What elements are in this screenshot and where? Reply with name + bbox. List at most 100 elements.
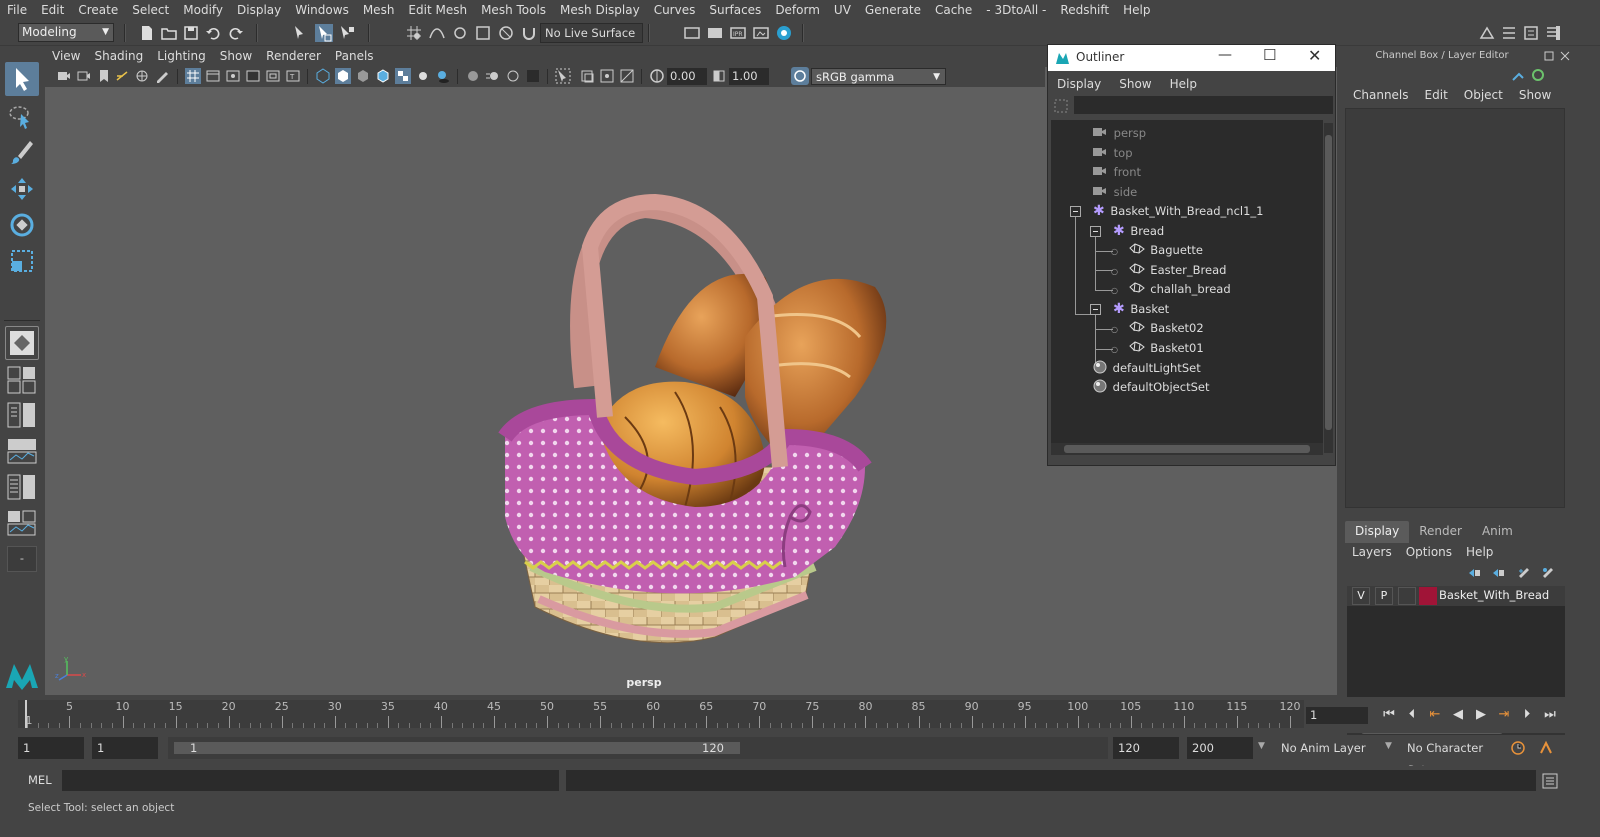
menu-edit[interactable]: Edit: [34, 3, 71, 17]
move-layer-up-icon[interactable]: [1467, 566, 1481, 580]
channel-box-icon[interactable]: [1544, 24, 1562, 42]
scrollbar-thumb[interactable]: [1325, 135, 1332, 430]
redo-icon[interactable]: [227, 24, 245, 42]
collapse-toggle[interactable]: [1090, 226, 1101, 237]
exposure-icon[interactable]: [649, 68, 665, 84]
snap-to-view-plane-icon[interactable]: [474, 24, 492, 42]
layer-menu-help[interactable]: Help: [1459, 545, 1500, 559]
menu-deform[interactable]: Deform: [768, 3, 827, 17]
animation-start-field[interactable]: 1: [18, 737, 84, 759]
menu-edit-mesh[interactable]: Edit Mesh: [401, 3, 474, 17]
outliner-item-basket[interactable]: ✱ Basket: [1113, 300, 1169, 319]
outliner-menu-help[interactable]: Help: [1161, 77, 1206, 91]
paint-select-tool-button[interactable]: [5, 136, 39, 170]
filter-icon[interactable]: [1054, 99, 1068, 113]
step-back-frame-icon[interactable]: ⏴: [1403, 706, 1421, 724]
outliner-menu-display[interactable]: Display: [1048, 77, 1110, 91]
outliner-item-bread[interactable]: ✱ Bread: [1113, 222, 1164, 241]
new-layer-selected-icon[interactable]: [1541, 566, 1555, 580]
go-to-end-icon[interactable]: ⏭: [1541, 706, 1559, 724]
close-panel-icon[interactable]: [1560, 51, 1570, 61]
tab-render[interactable]: Render: [1409, 521, 1472, 543]
tab-display[interactable]: Display: [1345, 521, 1410, 543]
render-frame-icon[interactable]: [706, 24, 724, 42]
vertical-scrollbar[interactable]: [1324, 123, 1333, 453]
persp-outliner-layout-icon[interactable]: [7, 402, 37, 428]
menu-mesh[interactable]: Mesh: [356, 3, 402, 17]
select-object-icon[interactable]: [315, 24, 333, 42]
step-back-key-icon[interactable]: ⇤: [1426, 706, 1444, 724]
layer-playback-toggle[interactable]: P: [1375, 587, 1393, 605]
outliner-item-challah-bread[interactable]: ○ challah_bread: [1111, 280, 1231, 299]
color-space-dropdown[interactable]: sRGB gamma ▼: [811, 68, 946, 85]
range-slider-thumb[interactable]: [174, 742, 740, 754]
play-forwards-icon[interactable]: ▶: [1472, 706, 1490, 724]
menu-windows[interactable]: Windows: [288, 3, 356, 17]
motion-blur-icon[interactable]: [485, 68, 501, 84]
move-tool-button[interactable]: [5, 172, 39, 206]
minimize-icon[interactable]: —: [1218, 47, 1232, 63]
step-forward-key-icon[interactable]: ⇥: [1495, 706, 1513, 724]
layer-display-type-toggle[interactable]: [1398, 587, 1416, 605]
smooth-shade-icon[interactable]: [335, 68, 351, 84]
select-component-icon[interactable]: [338, 24, 356, 42]
viewport-menu-view[interactable]: View: [45, 49, 87, 63]
maximize-icon[interactable]: ☐: [1263, 46, 1276, 64]
menu-curves[interactable]: Curves: [647, 3, 703, 17]
grease-pencil-icon[interactable]: [155, 68, 169, 84]
camera-attributes-icon[interactable]: [77, 68, 91, 84]
safe-action-icon[interactable]: T: [285, 68, 301, 84]
character-set-dropdown[interactable]: No Character Set: [1402, 737, 1502, 777]
outliner-item-front[interactable]: front: [1093, 163, 1141, 182]
ipr-render-icon[interactable]: IPR: [729, 24, 747, 42]
menu-redshift[interactable]: Redshift: [1053, 3, 1116, 17]
layer-menu-layers[interactable]: Layers: [1345, 545, 1399, 559]
outliner-item-side[interactable]: side: [1093, 183, 1137, 202]
menu-cache[interactable]: Cache: [928, 3, 979, 17]
viewport-menu-panels[interactable]: Panels: [328, 49, 381, 63]
step-forward-frame-icon[interactable]: ⏵: [1518, 706, 1536, 724]
chevron-down-icon[interactable]: ▼: [1258, 741, 1265, 751]
outliner-titlebar[interactable]: Outliner — ☐ ✕: [1048, 45, 1335, 71]
lasso-tool-button[interactable]: [5, 100, 39, 134]
viewport-menu-show[interactable]: Show: [213, 49, 259, 63]
use-default-material-icon[interactable]: [355, 68, 371, 84]
textured-icon[interactable]: [395, 68, 411, 84]
channel-menu-edit[interactable]: Edit: [1417, 88, 1456, 102]
select-hierarchy-icon[interactable]: [292, 24, 310, 42]
tab-anim[interactable]: Anim: [1472, 521, 1523, 543]
screen-space-ao-icon[interactable]: [465, 68, 481, 84]
xray-components-icon[interactable]: [619, 68, 635, 84]
xray-joints-icon[interactable]: [599, 68, 615, 84]
playback-start-field[interactable]: 1: [92, 737, 158, 759]
2d-pan-zoom-icon[interactable]: [135, 68, 149, 84]
grid-toggle-icon[interactable]: [185, 68, 201, 84]
menu-create[interactable]: Create: [71, 3, 125, 17]
current-frame-field[interactable]: 1: [1306, 707, 1368, 724]
outliner-menu-show[interactable]: Show: [1110, 77, 1160, 91]
menu-mesh-display[interactable]: Mesh Display: [553, 3, 647, 17]
collapse-toggle[interactable]: [1070, 206, 1081, 217]
magnet-icon[interactable]: [520, 24, 538, 42]
select-tool-button[interactable]: [5, 62, 39, 96]
command-input[interactable]: [62, 770, 559, 791]
render-settings-icon[interactable]: [683, 24, 701, 42]
menu-generate[interactable]: Generate: [858, 3, 928, 17]
go-to-start-icon[interactable]: ⏮: [1380, 706, 1398, 724]
script-language-label[interactable]: MEL: [28, 773, 52, 787]
depth-of-field-icon[interactable]: [525, 68, 541, 84]
menu-surfaces[interactable]: Surfaces: [702, 3, 768, 17]
new-scene-icon[interactable]: [138, 24, 156, 42]
channel-list[interactable]: [1345, 108, 1565, 508]
sync-icon[interactable]: [1531, 68, 1545, 82]
viewport-menu-renderer[interactable]: Renderer: [259, 49, 328, 63]
animation-preferences-icon[interactable]: [1538, 740, 1554, 756]
layer-row[interactable]: V P Basket_With_Bread: [1347, 586, 1565, 606]
outliner-item-basket02[interactable]: ○ Basket02: [1111, 319, 1204, 338]
four-pane-layout-icon[interactable]: [7, 366, 37, 394]
time-ruler[interactable]: 1 5 10 15 20 25 30 35 40 45 50 55 60 65 70 75 80 85 90 95 10…: [18, 700, 1304, 728]
outliner-item-persp[interactable]: persp: [1093, 124, 1146, 143]
basket-with-bread-model[interactable]: [465, 137, 925, 657]
view-transform-icon[interactable]: [791, 67, 809, 85]
wireframe-icon[interactable]: [315, 68, 331, 84]
